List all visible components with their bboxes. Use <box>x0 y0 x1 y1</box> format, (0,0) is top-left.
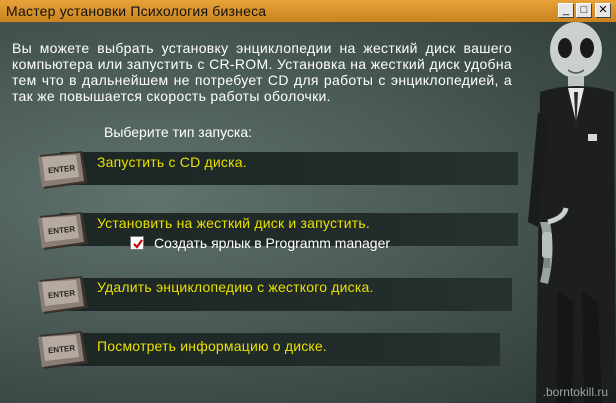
option-run-from-cd[interactable]: Запустить с CD диска. <box>97 154 247 170</box>
window-title: Мастер установки Психология бизнеса <box>6 3 267 19</box>
launch-type-prompt: Выберите тип запуска: <box>104 124 253 140</box>
maximize-button[interactable]: □ <box>576 3 592 18</box>
enter-key-icon[interactable]: ENTER <box>34 147 92 193</box>
title-bar: Мастер установки Психология бизнеса _ □ … <box>0 0 616 22</box>
checkmark-icon <box>133 239 143 249</box>
close-button[interactable]: ✕ <box>595 3 611 18</box>
enter-key-icon[interactable]: ENTER <box>34 208 92 254</box>
wizard-panel: Вы можете выбрать установку энциклопедии… <box>0 22 616 403</box>
enter-key-icon[interactable]: ENTER <box>34 327 92 373</box>
option-install-and-run[interactable]: Установить на жесткий диск и запустить. <box>97 215 370 231</box>
option-uninstall[interactable]: Удалить энциклопедию с жесткого диска. <box>97 279 374 295</box>
option-disk-info[interactable]: Посмотреть информацию о диске. <box>97 338 327 354</box>
enter-key-icon[interactable]: ENTER <box>34 272 92 318</box>
watermark: .borntokill.ru <box>542 385 608 399</box>
shortcut-checkbox[interactable] <box>130 236 144 250</box>
shortcut-checkbox-label: Создать ярлык в Programm manager <box>154 235 391 251</box>
minimize-button[interactable]: _ <box>558 3 574 18</box>
description-text: Вы можете выбрать установку энциклопедии… <box>12 40 512 104</box>
alien-agent-illustration <box>528 22 616 403</box>
